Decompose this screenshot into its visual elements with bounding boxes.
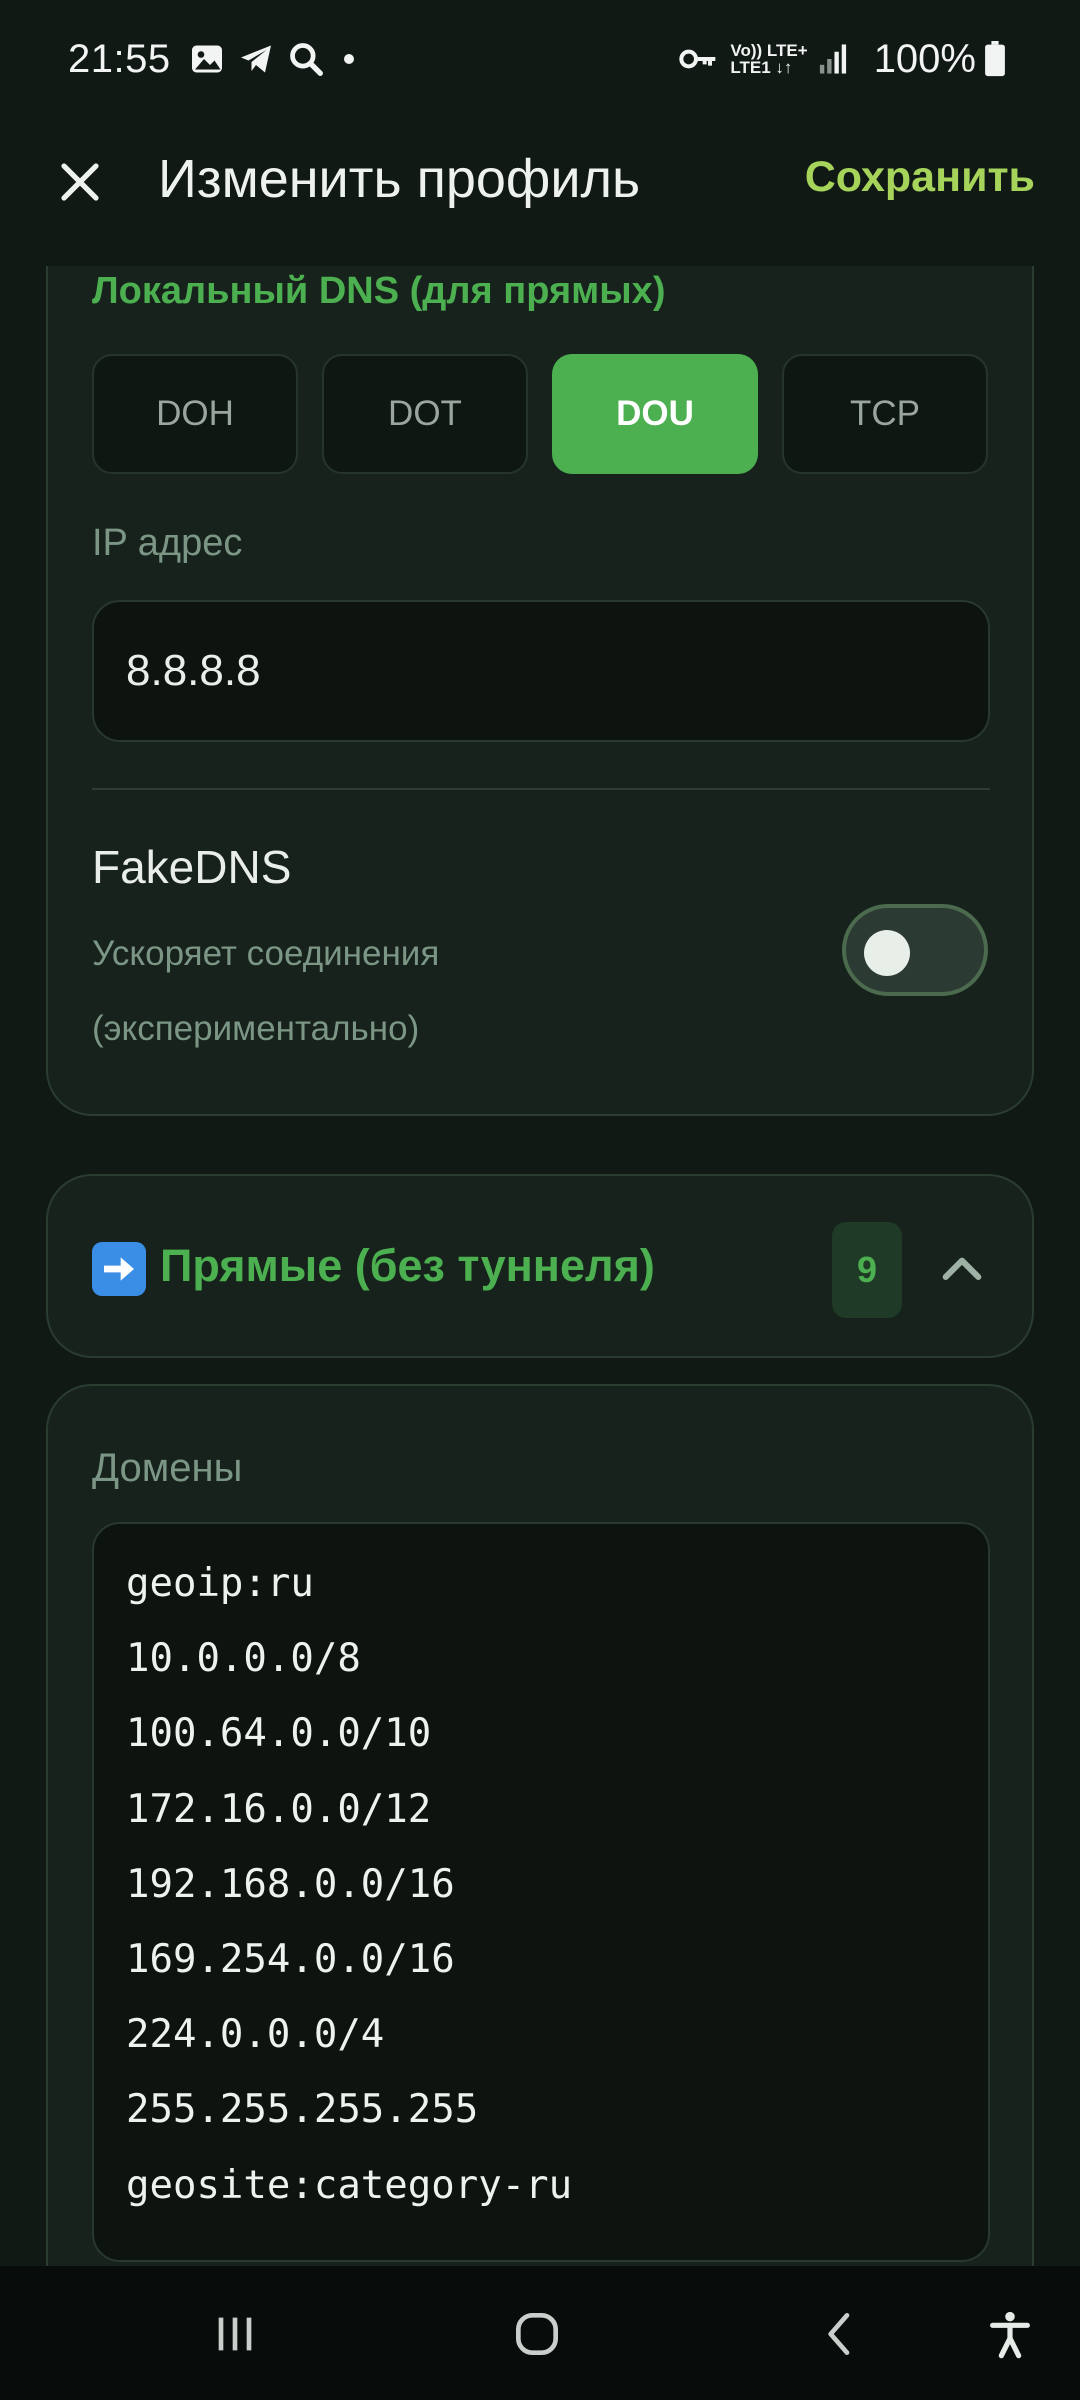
status-left: 21:55 (68, 37, 373, 82)
ip-address-input[interactable]: 8.8.8.8 (92, 600, 990, 742)
telegram-icon (237, 41, 275, 77)
battery-icon (984, 41, 1006, 77)
back-button[interactable] (808, 2302, 872, 2366)
protocol-dou-button[interactable]: DOU (552, 354, 758, 474)
protocol-doh-button[interactable]: DOH (92, 354, 298, 474)
direct-section-header[interactable]: Прямые (без туннеля) 9 (46, 1174, 1034, 1358)
navigation-bar (0, 2266, 1080, 2400)
protocol-tcp-button[interactable]: TCP (782, 354, 988, 474)
battery-percent: 100% (873, 36, 976, 81)
domain-line: geoip:ru (126, 1561, 314, 1606)
domain-line: 224.0.0.0/4 (126, 2012, 385, 2058)
gallery-icon (189, 41, 225, 77)
local-dns-card: Локальный DNS (для прямых) DOH DOT DOU T… (46, 266, 1034, 1116)
app-bar: Изменить профиль Сохранить (0, 118, 1080, 268)
close-button[interactable] (52, 154, 108, 210)
back-icon (828, 2313, 850, 2355)
fakedns-toggle[interactable] (842, 904, 988, 996)
local-dns-title: Локальный DNS (для прямых) (92, 270, 666, 312)
domain-line: 100.64.0.0/10 (126, 1711, 432, 1757)
close-icon (61, 163, 99, 201)
page-title: Изменить профиль (158, 149, 641, 209)
status-bar: 21:55 Vo)) LTE+ LTE1 ↓↑ 100% (0, 0, 1080, 118)
chevron-up-icon[interactable] (934, 1242, 990, 1298)
direct-section-title: Прямые (без туннеля) (160, 1240, 655, 1291)
vpn-key-icon (678, 45, 718, 73)
domains-card: Домены geoip:ru 10.0.0.0/8 100.64.0.0/10… (46, 1384, 1034, 2400)
signal-icon (818, 43, 848, 75)
status-right: Vo)) LTE+ LTE1 ↓↑ 100% (678, 37, 1018, 82)
protocol-dot-button[interactable]: DOT (322, 354, 528, 474)
screen: 21:55 Vo)) LTE+ LTE1 ↓↑ 100% Изменить пр… (0, 0, 1080, 2400)
accessibility-button[interactable] (978, 2302, 1042, 2366)
domain-line: 255.255.255.255 (126, 2087, 479, 2133)
domain-line: 172.16.0.0/12 (126, 1786, 432, 1832)
divider (92, 788, 990, 790)
right-arrow-icon (92, 1242, 146, 1296)
home-icon (516, 2313, 558, 2355)
search-icon (287, 40, 325, 78)
domain-line: 192.168.0.0/16 (126, 1861, 455, 1907)
recents-icon (218, 2317, 252, 2351)
network-indicator: Vo)) LTE+ LTE1 ↓↑ (730, 42, 807, 76)
fakedns-title: FakeDNS (92, 841, 292, 893)
network-line2: LTE1 ↓↑ (730, 58, 793, 77)
ip-address-label: IP адрес (92, 522, 243, 564)
count-badge: 9 (832, 1222, 902, 1318)
domain-line: 10.0.0.0/8 (126, 1636, 361, 1682)
recents-button[interactable] (203, 2302, 267, 2366)
domain-line: 169.254.0.0/16 (126, 1937, 455, 1983)
network-line1: Vo)) LTE+ (730, 41, 808, 60)
domain-line: geosite:category-ru (126, 2162, 573, 2208)
fakedns-description: Ускоряет соединения (экспериментально) (92, 934, 440, 1048)
status-time: 21:55 (68, 36, 171, 81)
dot-icon (337, 47, 361, 71)
accessibility-icon (990, 2311, 1030, 2359)
toggle-knob (864, 930, 910, 976)
save-button[interactable]: Сохранить (805, 153, 1035, 202)
home-button[interactable] (505, 2302, 569, 2366)
domains-textarea[interactable]: geoip:ru 10.0.0.0/8 100.64.0.0/10 172.16… (92, 1522, 990, 2262)
domains-label: Домены (92, 1446, 243, 1490)
